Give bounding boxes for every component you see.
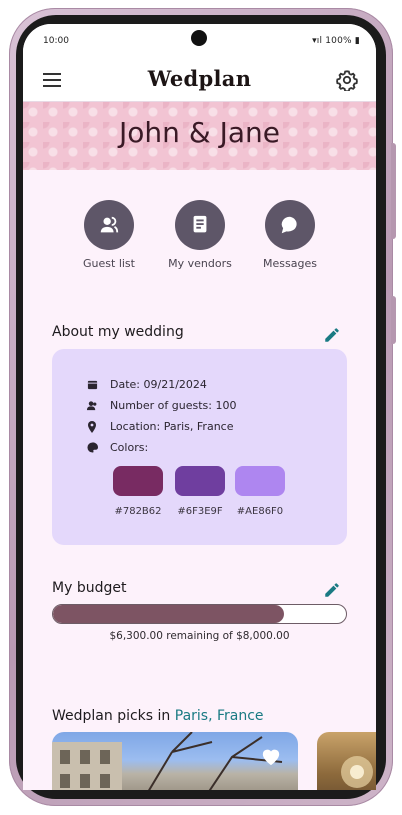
picks-location-link[interactable]: Paris, France (175, 708, 264, 724)
guests-row: Number of guests: 100 (86, 399, 236, 412)
location-text: Location: Paris, France (110, 420, 234, 433)
guest-list-label: Guest list (83, 257, 135, 270)
camera-icon (191, 30, 207, 46)
guests-text: Number of guests: 100 (110, 399, 237, 412)
app-logo: Wedplan (147, 66, 252, 91)
quick-actions: Guest list My vendors Messages (23, 170, 376, 270)
status-right: ▾ıl 100% ▮ (312, 36, 360, 46)
budget-title: My budget (52, 580, 127, 596)
budget-remaining-text: $6,300.00 remaining of $8,000.00 (109, 630, 290, 642)
edit-budget-icon[interactable] (323, 581, 341, 599)
screen: 10:00 ▾ıl 100% ▮ Wedplan John & Jane Gue… (23, 24, 376, 790)
messages-label: Messages (263, 257, 317, 270)
budget-progress-bar (52, 604, 347, 624)
signal-icon: ▾ıl (312, 36, 326, 46)
status-bar: 10:00 ▾ıl 100% ▮ (23, 24, 376, 58)
location-row: Location: Paris, France (86, 420, 234, 433)
couple-banner: John & Jane (23, 102, 376, 170)
status-time: 10:00 (43, 36, 69, 46)
location-pin-icon (86, 420, 98, 433)
colors-label: Colors: (110, 441, 149, 454)
pick-card-2[interactable] (317, 732, 376, 790)
edit-about-icon[interactable] (323, 326, 341, 344)
color-swatch-1 (113, 466, 163, 496)
couple-names: John & Jane (119, 116, 280, 149)
guest-list-button[interactable]: Guest list (69, 200, 149, 270)
my-vendors-button[interactable]: My vendors (160, 200, 240, 270)
messages-icon (265, 200, 315, 250)
guests-icon (84, 200, 134, 250)
battery-text: 100% (325, 36, 352, 46)
vendors-icon (175, 200, 225, 250)
messages-button[interactable]: Messages (250, 200, 330, 270)
colors-row: Colors: (86, 441, 148, 454)
gear-icon[interactable] (336, 69, 358, 91)
pick-image-2 (341, 756, 373, 788)
color-swatch-3 (235, 466, 285, 496)
date-text: Date: 09/21/2024 (110, 378, 207, 391)
color-label-2: #6F3E9F (177, 506, 223, 517)
about-title: About my wedding (52, 324, 184, 340)
about-card: Date: 09/21/2024 Number of guests: 100 L… (52, 349, 347, 545)
date-row: Date: 09/21/2024 (86, 378, 207, 391)
people-icon (86, 400, 98, 412)
picks-title: Wedplan picks in Paris, France (52, 708, 264, 724)
pick-card-1[interactable] (52, 732, 298, 790)
color-swatch-2 (175, 466, 225, 496)
calendar-icon (86, 379, 98, 391)
color-label-3: #AE86F0 (236, 506, 284, 517)
budget-progress-fill (53, 605, 284, 623)
palette-icon (86, 442, 98, 454)
volume-button (391, 143, 396, 239)
color-label-1: #782B62 (114, 506, 162, 517)
my-vendors-label: My vendors (168, 257, 232, 270)
picks-title-prefix: Wedplan picks in (52, 708, 175, 724)
battery-icon: ▮ (351, 36, 360, 46)
favorite-heart-icon[interactable] (260, 746, 282, 766)
app-bar: Wedplan (23, 58, 376, 102)
power-button (391, 296, 396, 344)
